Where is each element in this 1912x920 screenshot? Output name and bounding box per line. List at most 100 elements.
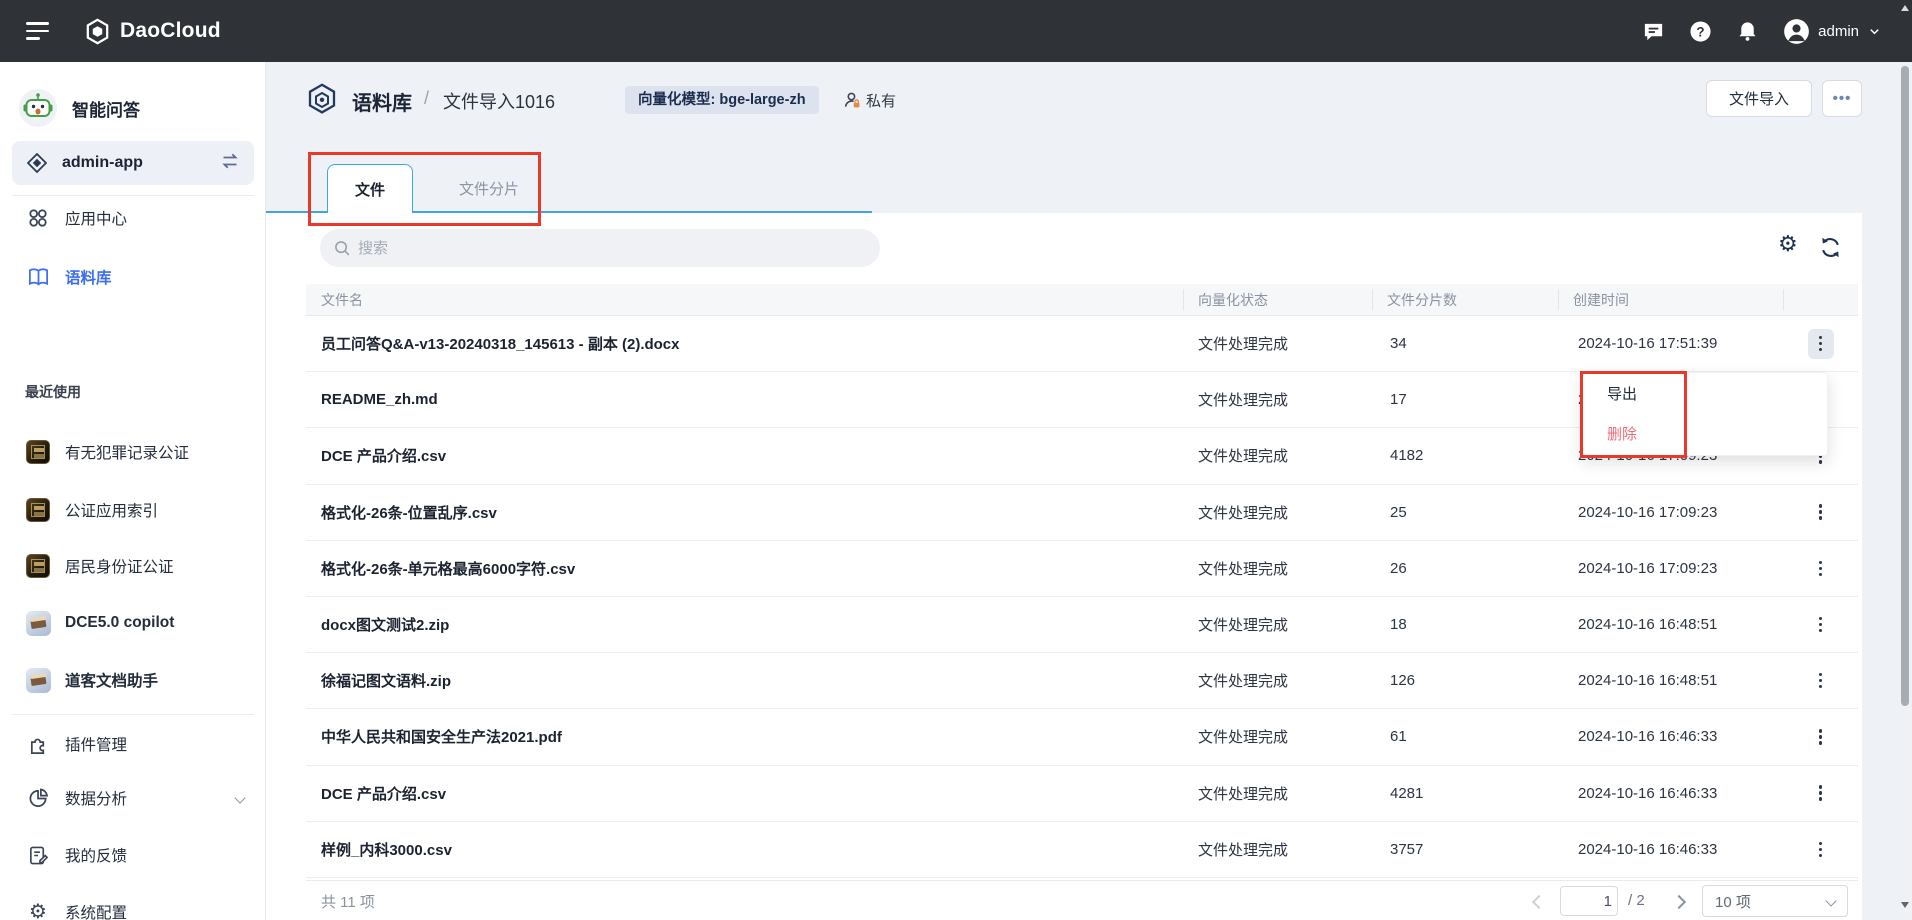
file-name[interactable]: 格式化-26条-位置乱序.csv — [306, 502, 1183, 523]
table-settings-button[interactable]: ⚙ — [1778, 233, 1798, 255]
sidebar-item-label: 数据分析 — [65, 787, 127, 809]
row-actions-button[interactable] — [1808, 329, 1834, 359]
tab-files[interactable]: 文件 — [327, 164, 413, 213]
col-actions — [1783, 284, 1858, 315]
search-input[interactable] — [358, 240, 838, 257]
tab-file-chunks[interactable]: 文件分片 — [437, 164, 541, 212]
help-button[interactable]: ? — [1689, 20, 1712, 43]
private-person-lock-icon — [843, 91, 862, 110]
recent-item[interactable]: 居民身份证公证 — [0, 544, 266, 588]
file-name[interactable]: 中华人民共和国安全生产法2021.pdf — [306, 726, 1183, 747]
svg-text:?: ? — [1697, 24, 1705, 39]
col-chunk-count: 文件分片数 — [1372, 284, 1558, 315]
recent-item[interactable]: 道客文档助手 — [0, 658, 266, 702]
row-actions-button[interactable] — [1808, 722, 1834, 752]
gear-icon: ⚙ — [1778, 231, 1798, 256]
recent-item[interactable]: 有无犯罪记录公证 — [0, 430, 266, 474]
refresh-icon — [1818, 235, 1843, 260]
row-actions-button[interactable] — [1808, 666, 1834, 696]
file-name[interactable]: README_zh.md — [306, 391, 1183, 408]
bell-icon — [1736, 20, 1759, 43]
next-page-button[interactable] — [1672, 895, 1686, 909]
recent-item-label: 道客文档助手 — [65, 669, 158, 691]
more-actions-button[interactable]: ••• — [1822, 80, 1862, 117]
username: admin — [1818, 23, 1859, 40]
file-name[interactable]: 样例_内科3000.csv — [306, 839, 1183, 860]
recent-item[interactable]: 公证应用索引 — [0, 488, 266, 532]
daocloud-logo-icon — [84, 18, 111, 45]
row-context-menu: 导出 删除 — [1582, 372, 1828, 456]
scroll-up-arrow-icon[interactable] — [1901, 5, 1909, 11]
sidebar-toggle-icon[interactable] — [26, 22, 50, 40]
file-name[interactable]: DCE 产品介绍.csv — [306, 445, 1183, 466]
scrollbar-thumb[interactable] — [1901, 66, 1909, 706]
table-row[interactable]: 格式化-26条-单元格最高6000字符.csv 文件处理完成 26 2024-1… — [306, 541, 1858, 597]
chunk-count: 4182 — [1372, 447, 1558, 464]
table-row[interactable]: 员工问答Q&A-v13-20240318_145613 - 副本 (2).doc… — [306, 316, 1858, 372]
vertical-scrollbar[interactable] — [1898, 0, 1912, 920]
table-row[interactable]: 中华人民共和国安全生产法2021.pdf 文件处理完成 61 2024-10-1… — [306, 709, 1858, 765]
user-menu[interactable]: admin — [1783, 18, 1882, 45]
search-icon — [334, 240, 351, 257]
col-vector-status: 向量化状态 — [1183, 284, 1372, 315]
page-number-input[interactable] — [1560, 886, 1618, 916]
sidebar-item-settings[interactable]: ⚙ 系统配置 — [0, 890, 266, 920]
table-row[interactable]: 徐福记图文语料.zip 文件处理完成 126 2024-10-16 16:48:… — [306, 653, 1858, 709]
refresh-button[interactable] — [1818, 235, 1843, 263]
sidebar-item-label: 应用中心 — [65, 207, 127, 229]
row-actions-button[interactable] — [1808, 497, 1834, 527]
app-header: 智能问答 — [0, 86, 266, 130]
recent-item-label: 居民身份证公证 — [65, 555, 174, 577]
file-import-button[interactable]: 文件导入 — [1706, 80, 1812, 117]
notifications-button[interactable] — [1736, 20, 1759, 43]
row-actions-button[interactable] — [1808, 778, 1834, 808]
chunk-count: 34 — [1372, 335, 1558, 352]
table-row[interactable]: DCE 产品介绍.csv 文件处理完成 4281 2024-10-16 16:4… — [306, 766, 1858, 822]
file-name[interactable]: docx图文测试2.zip — [306, 614, 1183, 635]
recent-item[interactable]: DCE5.0 copilot — [0, 601, 266, 645]
page-size-select[interactable]: 10 项 — [1702, 885, 1848, 917]
recent-item-label: 公证应用索引 — [65, 499, 158, 521]
table-row[interactable]: 格式化-26条-位置乱序.csv 文件处理完成 25 2024-10-16 17… — [306, 485, 1858, 541]
sidebar-item-plugins[interactable]: 插件管理 — [0, 722, 266, 766]
file-name[interactable]: 格式化-26条-单元格最高6000字符.csv — [306, 558, 1183, 579]
table-footer: 共 11 项 / 2 10 项 — [306, 880, 1858, 920]
visibility-label: 私有 — [866, 90, 896, 111]
menu-item-export[interactable]: 导出 — [1583, 375, 1827, 415]
sidebar-item-label: 插件管理 — [65, 733, 127, 755]
vector-status: 文件处理完成 — [1183, 839, 1372, 860]
table-row[interactable]: 样例_内科3000.csv 文件处理完成 3757 2024-10-16 16:… — [306, 822, 1858, 878]
vector-status: 文件处理完成 — [1183, 614, 1372, 635]
breadcrumb-root[interactable]: 语料库 — [352, 87, 412, 116]
created-time: 2024-10-16 16:46:33 — [1558, 785, 1783, 802]
breadcrumb-current: 文件导入1016 — [443, 88, 555, 114]
vector-status: 文件处理完成 — [1183, 783, 1372, 804]
vector-status: 文件处理完成 — [1183, 558, 1372, 579]
chunk-count: 4281 — [1372, 785, 1558, 802]
file-name[interactable]: 员工问答Q&A-v13-20240318_145613 - 副本 (2).doc… — [306, 333, 1183, 354]
sidebar-item-feedback[interactable]: 我的反馈 — [0, 833, 266, 877]
file-name[interactable]: 徐福记图文语料.zip — [306, 670, 1183, 691]
row-actions-button[interactable] — [1808, 610, 1834, 640]
sidebar-item-corpus[interactable]: 语料库 — [0, 255, 266, 299]
col-filename: 文件名 — [306, 284, 1183, 315]
switch-workspace-icon[interactable] — [220, 151, 240, 176]
sidebar-item-app-center[interactable]: 应用中心 — [0, 196, 266, 240]
prev-page-button[interactable] — [1532, 895, 1546, 909]
book-icon — [25, 266, 51, 289]
doc-app-icon — [25, 611, 51, 636]
brand-logo: DaoCloud — [84, 18, 221, 45]
table-row[interactable]: docx图文测试2.zip 文件处理完成 18 2024-10-16 16:48… — [306, 597, 1858, 653]
workspace-selector[interactable]: admin-app — [12, 141, 254, 185]
visibility-badge: 私有 — [843, 90, 896, 111]
scroll-down-arrow-icon[interactable] — [1901, 902, 1909, 908]
row-actions-button[interactable] — [1808, 834, 1834, 864]
sidebar-item-analytics[interactable]: 数据分析 — [0, 776, 266, 820]
messages-button[interactable] — [1642, 20, 1665, 43]
vector-model-badge: 向量化模型: bge-large-zh — [625, 86, 819, 114]
chunk-count: 26 — [1372, 560, 1558, 577]
menu-item-delete[interactable]: 删除 — [1583, 415, 1827, 455]
chevron-down-icon — [1867, 24, 1882, 39]
file-name[interactable]: DCE 产品介绍.csv — [306, 783, 1183, 804]
row-actions-button[interactable] — [1808, 553, 1834, 583]
